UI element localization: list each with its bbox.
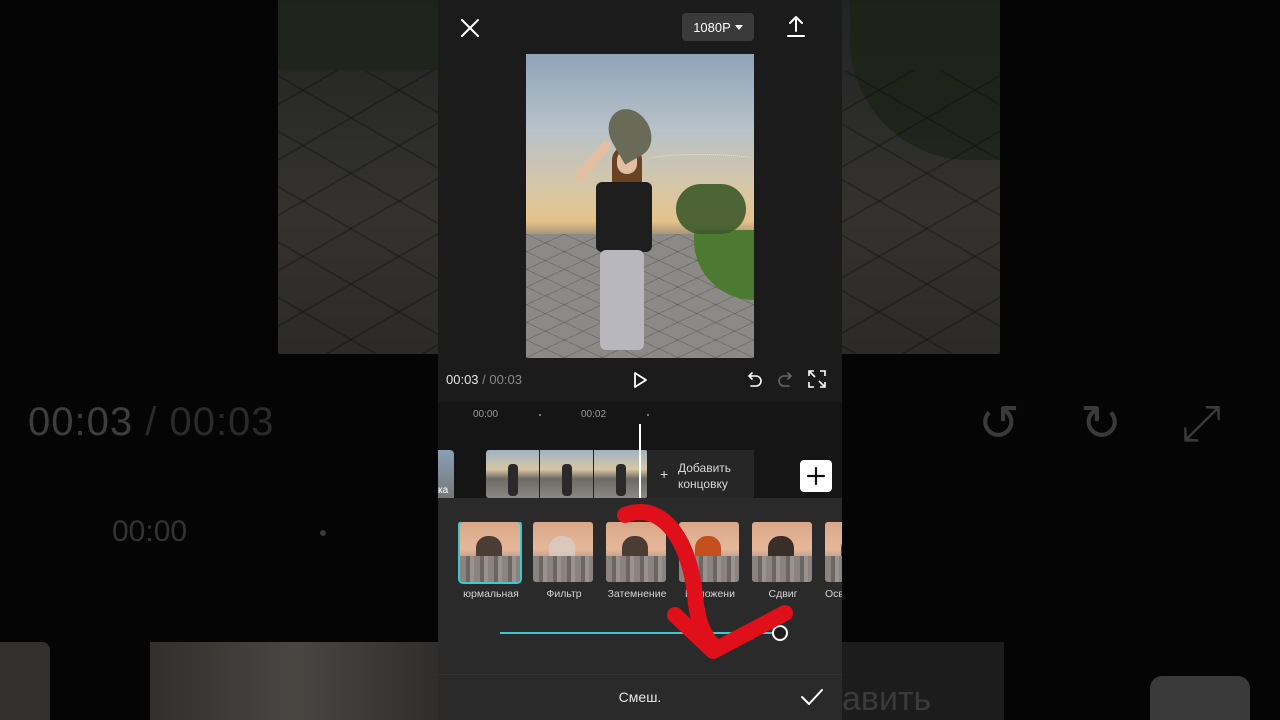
plus-icon: [806, 466, 826, 486]
blend-mode-label: Фильтр: [546, 588, 582, 600]
close-icon: [461, 19, 479, 37]
close-button[interactable]: [456, 14, 484, 42]
add-ending-button[interactable]: + Добавить концовку: [648, 450, 754, 498]
blend-mode-label: Осв: [825, 588, 842, 600]
redo-icon: [778, 372, 792, 387]
bottom-bar: Смеш.: [438, 674, 842, 720]
preview-subject: [573, 138, 660, 358]
background-plus-button: [1150, 676, 1250, 720]
video-editor: 1080P 00:03 / 00:03 00:00 00:02 ка + Доб…: [438, 0, 842, 720]
play-button[interactable]: [630, 370, 650, 390]
check-icon: [801, 689, 823, 705]
add-ending-label: концовку: [678, 477, 728, 491]
panel-title: Смеш.: [618, 689, 662, 705]
blend-mode-overlay[interactable]: Наложени: [679, 522, 741, 600]
blend-mode-thumbnail: [533, 522, 593, 582]
blend-mode-normal[interactable]: юрмальная: [458, 522, 522, 600]
blend-mode-label: юрмальная: [463, 588, 519, 600]
fullscreen-button[interactable]: [808, 370, 826, 388]
add-clip-button[interactable]: [800, 460, 832, 492]
blend-mode-thumbnail: [458, 522, 522, 584]
blend-mode-panel: юрмальная Фильтр Затемнение Наложени Сдв…: [438, 498, 842, 674]
ruler-dot: [539, 414, 541, 416]
resolution-dropdown[interactable]: 1080P: [682, 13, 754, 41]
top-bar: 1080P: [438, 0, 842, 52]
background-ruler-label: 00:00: [112, 515, 188, 548]
opacity-slider[interactable]: [500, 625, 788, 642]
background-add-ending-text: авить: [842, 680, 932, 718]
export-button[interactable]: [784, 14, 808, 40]
blend-mode-thumbnail: [606, 522, 666, 582]
blend-mode-list: юрмальная Фильтр Затемнение Наложени Сдв…: [438, 522, 842, 602]
resolution-label: 1080P: [693, 19, 731, 35]
export-icon: [787, 16, 805, 37]
background-fullscreen-icon: ⤢: [1181, 395, 1221, 451]
playback-time: 00:03 / 00:03: [446, 372, 522, 387]
playhead[interactable]: [639, 424, 641, 498]
screen: 00:03 / 00:03 00:00 ↺ ↻ ⤢ авить 1080P 00…: [0, 0, 1280, 720]
background-time: 00:03 / 00:03: [28, 400, 275, 444]
slider-handle[interactable]: [772, 625, 788, 641]
background-clip: [0, 642, 50, 720]
add-ending-label: Добавить: [678, 461, 732, 475]
video-preview[interactable]: [526, 54, 754, 358]
timeline[interactable]: 00:00 00:02 ка + Добавить концовку: [438, 402, 842, 498]
background-ruler-dot: [320, 530, 326, 536]
blend-mode-lighten[interactable]: Осв: [825, 522, 842, 600]
ruler-label: 00:00: [473, 409, 499, 420]
blend-mode-label: Затемнение: [607, 588, 667, 600]
video-clip[interactable]: [486, 450, 648, 498]
blend-mode-darken[interactable]: Затемнение: [606, 522, 668, 600]
blend-mode-label: Сдвиг: [768, 588, 798, 600]
background-redo-icon: ↻: [1080, 395, 1122, 451]
clip-frame: [486, 450, 540, 498]
blend-mode-shift[interactable]: Сдвиг: [752, 522, 814, 600]
undo-icon: [748, 372, 762, 387]
ruler-dot: [647, 414, 649, 416]
slider-track: [500, 632, 780, 634]
redo-button[interactable]: [776, 370, 796, 390]
confirm-button[interactable]: [800, 687, 824, 707]
blend-mode-thumbnail: [825, 522, 842, 582]
clip-frame: [540, 450, 594, 498]
previous-clip[interactable]: ка: [438, 450, 454, 498]
undo-button[interactable]: [744, 370, 764, 390]
blend-mode-thumbnail: [679, 522, 739, 582]
blend-mode-screen[interactable]: Фильтр: [533, 522, 595, 600]
background-clip: [150, 642, 440, 720]
blend-mode-thumbnail: [752, 522, 812, 582]
background-undo-icon: ↺: [978, 395, 1020, 451]
fullscreen-icon: [808, 370, 826, 388]
ruler-label: 00:02: [581, 409, 607, 420]
chevron-down-icon: [734, 24, 743, 30]
blend-mode-label: Наложени: [685, 588, 735, 600]
player-controls: 00:03 / 00:03: [438, 364, 842, 396]
plus-icon: +: [660, 466, 669, 482]
play-icon: [634, 372, 647, 388]
